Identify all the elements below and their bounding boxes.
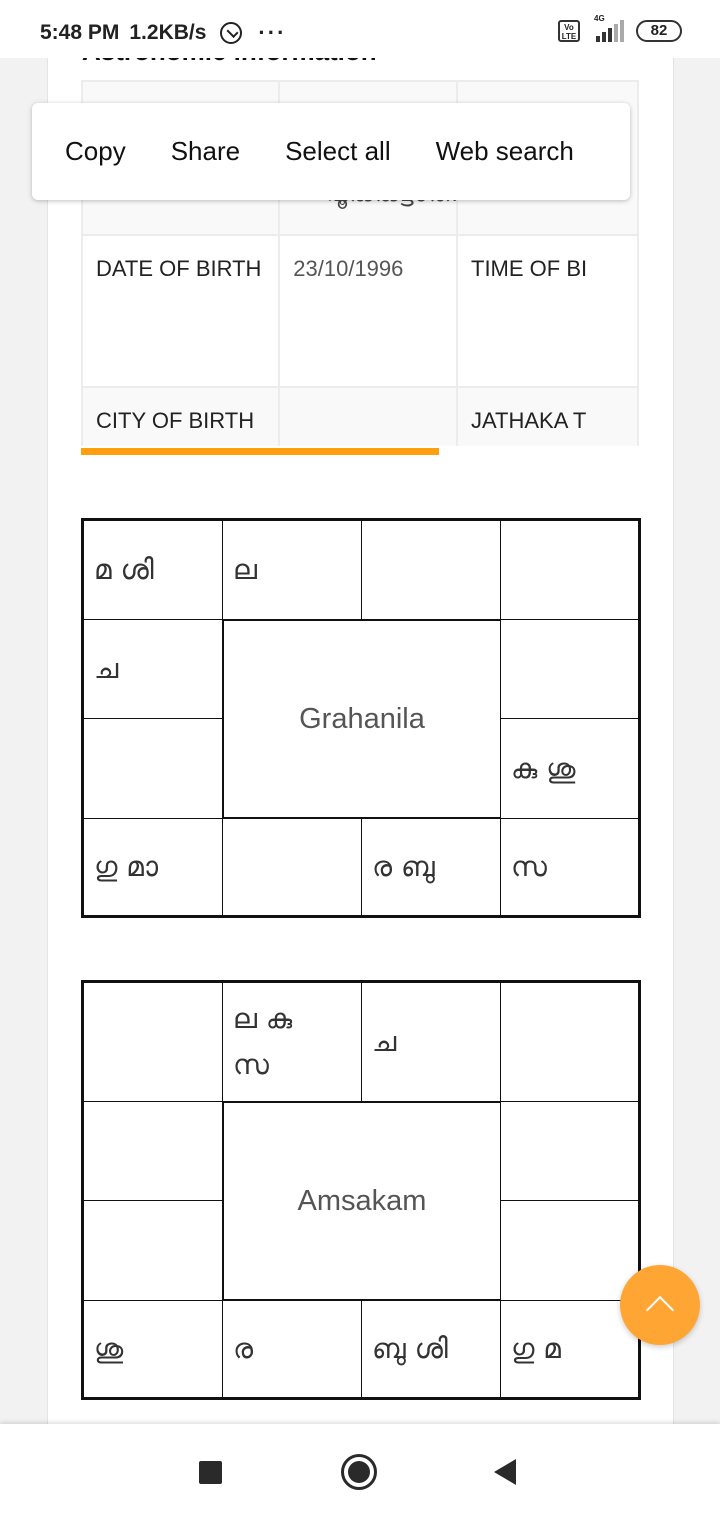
chart-cell: സ <box>500 818 639 916</box>
back-icon[interactable] <box>494 1459 516 1485</box>
chart-cell <box>500 1101 639 1201</box>
table-row: DATE OF BIRTH 23/10/1996 TIME OF BI <box>81 234 639 388</box>
city-of-birth-label: CITY OF BIRTH <box>81 386 281 446</box>
network-type: 4G <box>594 14 605 23</box>
table-row: CITY OF BIRTH JATHAKA T <box>81 386 639 446</box>
chart-cell: ഗു മാ <box>83 818 223 916</box>
chart-cell <box>83 1200 223 1301</box>
chart-cell <box>222 818 362 916</box>
chart-title: Grahanila <box>223 620 501 818</box>
chart-cell: ച <box>361 982 501 1102</box>
text-selection-menu: Copy Share Select all Web search <box>32 103 630 200</box>
chart-title: Amsakam <box>223 1102 501 1300</box>
chart-cell <box>83 718 223 819</box>
chart-cell <box>500 619 639 719</box>
city-of-birth-value <box>278 386 458 446</box>
chart-cell: ഗു മ <box>500 1300 639 1398</box>
home-icon[interactable] <box>341 1454 377 1490</box>
scroll-to-top-button[interactable] <box>620 1265 700 1345</box>
date-of-birth-label: DATE OF BIRTH <box>81 234 281 388</box>
chart-cell: ശു <box>83 1300 223 1398</box>
chart-cell: കു ശു <box>500 718 639 819</box>
chart-cell <box>361 520 501 620</box>
content-card: Astronomic information F DATE OF BIRTH 2… <box>47 58 674 1424</box>
section-heading: Astronomic information <box>82 58 377 67</box>
chart-cell <box>500 520 639 620</box>
recent-apps-icon[interactable] <box>199 1461 222 1484</box>
more-notifications-icon: ··· <box>258 20 287 45</box>
amsakam-chart: ല കു സ ച Amsakam ശു ര ബു ശി ഗു മ <box>81 980 641 1400</box>
copy-menu-item[interactable]: Copy <box>65 136 126 167</box>
chart-cell: ര <box>222 1300 362 1398</box>
share-menu-item[interactable]: Share <box>171 136 240 167</box>
status-time: 5:48 PM <box>40 21 120 44</box>
chart-cell: ല കു സ <box>222 982 362 1102</box>
status-bar: 5:48 PM 1.2KB/s ··· Vo LTE 4G 82 <box>0 0 720 58</box>
navigation-bar <box>0 1424 720 1520</box>
select-all-menu-item[interactable]: Select all <box>285 136 391 167</box>
alarm-icon <box>220 22 243 44</box>
chart-cell <box>83 982 223 1102</box>
chart-cell: ര ബു <box>361 818 501 916</box>
volte-icon: Vo LTE <box>558 20 580 42</box>
chart-cell-line: ല കു <box>233 1002 293 1035</box>
chart-cell <box>500 1200 639 1301</box>
time-of-birth-label: TIME OF BI <box>456 234 639 388</box>
date-of-birth-value[interactable]: 23/10/1996 <box>278 234 458 388</box>
chart-cell-line: സ <box>233 1048 269 1081</box>
chart-cell: ല <box>222 520 362 620</box>
chart-cell <box>83 1101 223 1201</box>
chart-cell: ച <box>83 619 223 719</box>
status-left: 5:48 PM 1.2KB/s ··· <box>40 20 286 46</box>
chevron-up-icon <box>645 1295 675 1325</box>
grahanila-chart: മ ശി ല ച കു ശു Grahanila ഗു മാ ര ബു സ <box>81 518 641 918</box>
chart-cell <box>500 982 639 1102</box>
web-search-menu-item[interactable]: Web search <box>436 136 574 167</box>
battery-icon: 82 <box>636 20 682 42</box>
status-speed: 1.2KB/s <box>129 21 207 44</box>
chart-cell: ബു ശി <box>361 1300 501 1398</box>
signal-icon: 4G <box>590 14 626 42</box>
chart-cell: മ ശി <box>83 520 223 620</box>
horizontal-scroll-indicator[interactable] <box>81 448 439 455</box>
status-right: Vo LTE 4G 82 <box>558 14 682 42</box>
jathaka-label: JATHAKA T <box>456 386 639 446</box>
